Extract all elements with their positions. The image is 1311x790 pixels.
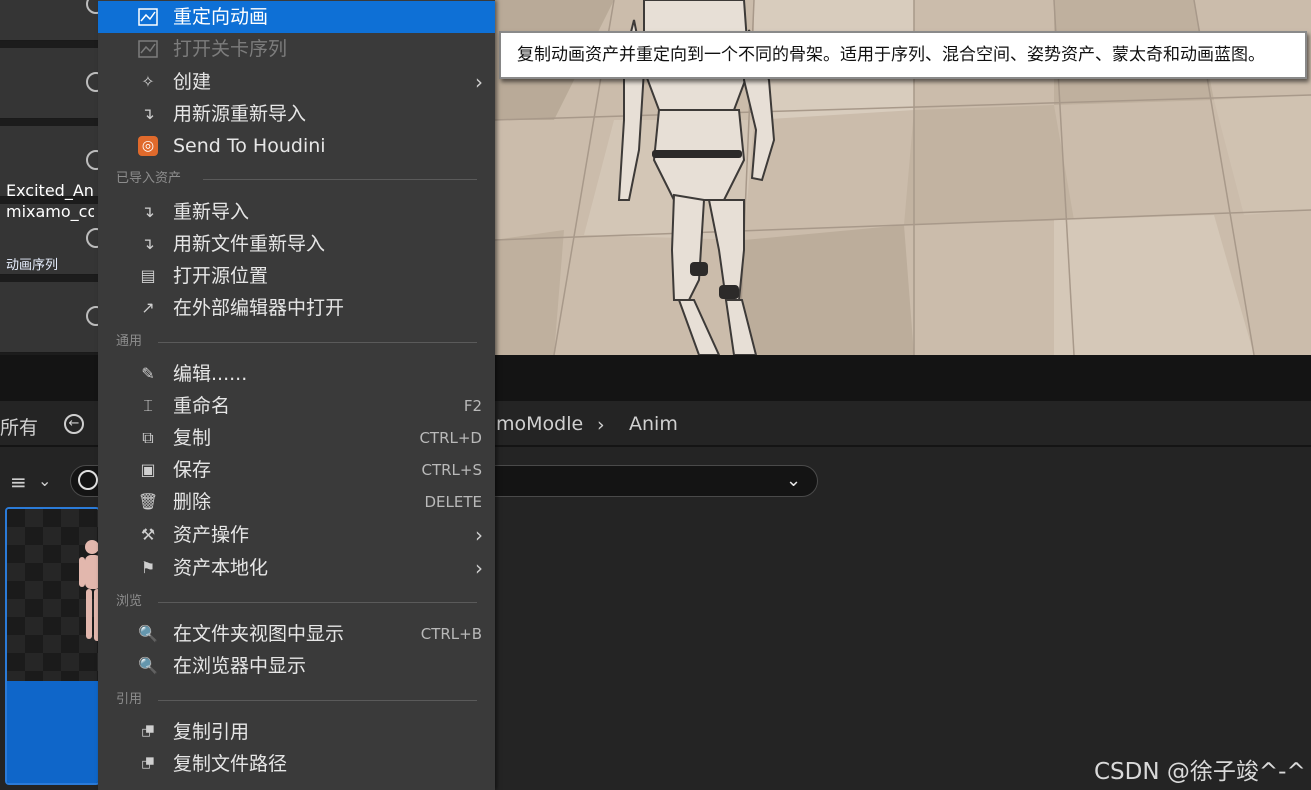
menu-item-asset-actions[interactable]: ⚒ 资产操作 › bbox=[98, 519, 495, 551]
menu-item-copy-file-path[interactable]: ⮻ 复制文件路径 bbox=[98, 748, 495, 780]
houdini-icon: ◎ bbox=[138, 136, 158, 156]
breadcrumb-item[interactable]: moModle bbox=[496, 413, 583, 435]
menu-item-delete[interactable]: 🗑 删除 DELETE bbox=[98, 486, 495, 518]
folder-search-icon: 🔍 bbox=[138, 624, 158, 643]
menu-item-reimport-new-file[interactable]: ↴ 用新文件重新导入 bbox=[98, 228, 495, 260]
strip-panel[interactable] bbox=[0, 282, 106, 353]
menu-item-show-in-folder-view[interactable]: 🔍 在文件夹视图中显示 CTRL+B bbox=[98, 618, 495, 650]
section-divider bbox=[158, 342, 477, 343]
chevron-down-icon[interactable]: ⌄ bbox=[786, 470, 801, 491]
tooltip: 复制动画资产并重定向到一个不同的骨架。适用于序列、混合空间、姿势资产、蒙太奇和动… bbox=[499, 31, 1307, 79]
folder-search-icon: 🔍 bbox=[138, 656, 158, 675]
section-imported-asset: 已导入资产 bbox=[116, 171, 182, 186]
menu-item-create[interactable]: ✧ 创建 › bbox=[98, 66, 495, 98]
section-common: 通用 bbox=[116, 334, 143, 349]
create-icon: ✧ bbox=[141, 72, 155, 91]
search-icon bbox=[78, 470, 98, 490]
menu-item-open-external-editor[interactable]: ↗ 在外部编辑器中打开 bbox=[98, 292, 495, 324]
breadcrumb-item[interactable]: Anim bbox=[629, 413, 678, 435]
menu-item-edit[interactable]: ✎ 编辑...... bbox=[98, 358, 495, 390]
rename-icon: ⌶ bbox=[143, 396, 153, 415]
retarget-icon bbox=[138, 8, 158, 26]
trash-icon: 🗑 bbox=[137, 492, 159, 511]
menu-item-save[interactable]: ▣ 保存 CTRL+S bbox=[98, 454, 495, 486]
duplicate-icon: ⧉ bbox=[142, 428, 154, 447]
section-divider bbox=[203, 179, 477, 180]
asset-tile[interactable] bbox=[5, 507, 100, 785]
shortcut-label: F2 bbox=[463, 397, 482, 415]
menu-item-open-source-location[interactable]: ▤ 打开源位置 bbox=[98, 260, 495, 292]
copy-path-icon: ⮻ bbox=[141, 754, 155, 773]
chevron-right-icon: › bbox=[475, 556, 483, 580]
section-divider bbox=[158, 700, 477, 701]
history-back-icon[interactable]: ← bbox=[64, 414, 84, 434]
menu-item-rename[interactable]: ⌶ 重命名 F2 bbox=[98, 390, 495, 422]
strip-panel[interactable] bbox=[0, 0, 106, 41]
reimport-icon: ↴ bbox=[141, 202, 155, 221]
menu-item-show-in-browser[interactable]: 🔍 在浏览器中显示 bbox=[98, 650, 495, 682]
wrench-icon: ⚒ bbox=[140, 525, 156, 544]
open-folder-icon: ▤ bbox=[140, 266, 156, 285]
menu-item-reimport[interactable]: ↴ 重新导入 bbox=[98, 196, 495, 228]
shortcut-label: CTRL+S bbox=[421, 461, 482, 479]
menu-item-copy-reference[interactable]: ⮻ 复制引用 bbox=[98, 716, 495, 748]
flag-icon: ⚑ bbox=[140, 558, 156, 577]
save-icon: ▣ bbox=[140, 460, 156, 479]
asset-type: 动画序列 bbox=[6, 258, 59, 273]
menu-item-reimport-new-source[interactable]: ↴ 用新源重新导入 bbox=[98, 98, 495, 130]
pencil-icon: ✎ bbox=[141, 364, 155, 383]
mannequin-thumbnail bbox=[79, 540, 98, 641]
section-browse: 浏览 bbox=[116, 594, 143, 609]
shortcut-label: CTRL+B bbox=[420, 625, 482, 643]
watermark: CSDN @徐子竣^-^ bbox=[1094, 759, 1306, 785]
section-references: 引用 bbox=[116, 692, 143, 707]
menu-item-duplicate[interactable]: ⧉ 复制 CTRL+D bbox=[98, 422, 495, 454]
level-sequence-icon bbox=[138, 40, 158, 58]
reimport-icon: ↴ bbox=[141, 104, 155, 123]
left-panel-strip bbox=[0, 0, 106, 355]
context-menu: 重定向动画 打开关卡序列 ✧ 创建 › ↴ 用新源重新导入 ◎ Send To … bbox=[98, 0, 495, 790]
filter-icon[interactable]: ≡ bbox=[10, 470, 27, 494]
reimport-icon: ↴ bbox=[141, 234, 155, 253]
asset-label-area bbox=[7, 681, 98, 783]
copy-reference-icon: ⮻ bbox=[141, 722, 155, 741]
menu-item-open-level-sequence: 打开关卡序列 bbox=[98, 33, 495, 65]
menu-item-retarget-animation[interactable]: 重定向动画 bbox=[98, 1, 495, 33]
chevron-right-icon: › bbox=[475, 70, 483, 94]
strip-panel[interactable] bbox=[0, 48, 106, 119]
chevron-down-icon[interactable]: ⌄ bbox=[38, 471, 51, 490]
chevron-right-icon: › bbox=[475, 523, 483, 547]
section-divider bbox=[158, 602, 477, 603]
external-editor-icon: ↗ bbox=[141, 298, 155, 317]
chevron-right-icon: › bbox=[597, 414, 605, 436]
menu-item-send-to-houdini[interactable]: ◎ Send To Houdini bbox=[98, 130, 495, 162]
menu-item-asset-localization[interactable]: ⚑ 资产本地化 › bbox=[98, 552, 495, 584]
asset-name: Excited_An mixamo_co bbox=[6, 181, 94, 221]
shortcut-label: CTRL+D bbox=[419, 429, 482, 447]
breadcrumb-all[interactable]: 所有 bbox=[0, 413, 38, 440]
asset-thumbnail bbox=[7, 509, 98, 681]
shortcut-label: DELETE bbox=[424, 493, 482, 511]
